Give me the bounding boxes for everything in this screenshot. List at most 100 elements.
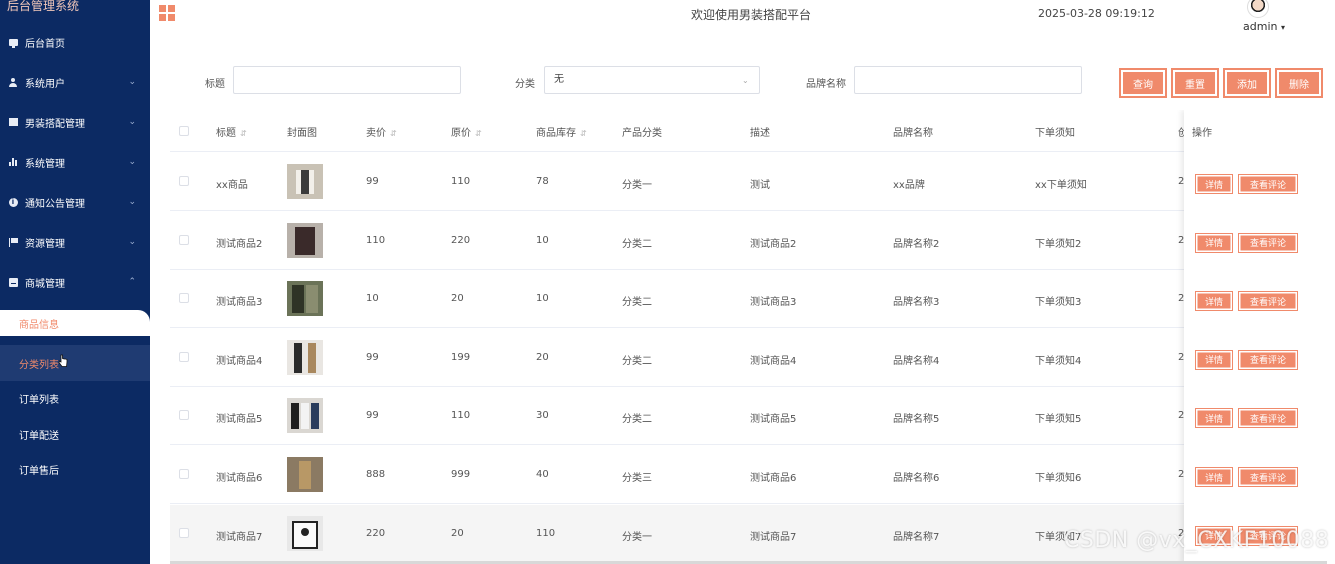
sidebar-item-notice-management[interactable]: i 通知公告管理 ⌄ bbox=[0, 182, 150, 222]
sidebar-subitem-label: 商品信息 bbox=[19, 319, 59, 331]
sort-icon[interactable]: ⇵ bbox=[475, 129, 482, 138]
column-original-price[interactable]: 原价 ⇵ bbox=[451, 124, 482, 139]
row-checkbox[interactable] bbox=[179, 234, 189, 245]
product-thumbnail[interactable] bbox=[287, 398, 323, 434]
cell-title: xx商品 bbox=[216, 180, 248, 191]
chevron-down-icon: ⌄ bbox=[128, 117, 136, 127]
sidebar-item-system-management[interactable]: 系统管理 ⌄ bbox=[0, 142, 150, 182]
cell-brand: 品牌名称3 bbox=[893, 297, 940, 309]
view-comments-button[interactable]: 查看评论 bbox=[1238, 232, 1298, 253]
brand-filter-input[interactable] bbox=[854, 66, 1082, 94]
avatar[interactable] bbox=[1247, 0, 1269, 18]
chevron-down-icon: ⌄ bbox=[742, 76, 749, 85]
cell-price: 10 bbox=[366, 293, 379, 305]
menu-grid-icon[interactable] bbox=[159, 5, 175, 21]
cell-category: 分类二 bbox=[622, 238, 652, 250]
sidebar-subitem-orders[interactable]: 订单列表 bbox=[0, 380, 150, 416]
sort-icon[interactable]: ⇵ bbox=[240, 129, 247, 138]
cell-title: 测试商品5 bbox=[216, 414, 263, 426]
sidebar-item-mall-management[interactable]: 商城管理 ⌃ bbox=[0, 262, 150, 302]
cell-brand: 品牌名称5 bbox=[893, 414, 940, 426]
product-thumbnail[interactable] bbox=[287, 281, 323, 317]
column-stock[interactable]: 商品库存 ⇵ bbox=[536, 124, 587, 139]
column-description: 描述 bbox=[750, 128, 770, 139]
sidebar-item-label: 系统管理 bbox=[25, 158, 65, 170]
chevron-up-icon: ⌃ bbox=[128, 277, 136, 287]
cell-category: 分类三 bbox=[622, 473, 652, 484]
column-price[interactable]: 卖价 ⇵ bbox=[366, 124, 397, 139]
detail-button[interactable]: 详情 bbox=[1195, 174, 1233, 194]
user-menu[interactable]: admin ▾ bbox=[1243, 20, 1285, 33]
watermark: CSDN @vx_CXKF10088 bbox=[1064, 528, 1330, 553]
cell-title: 测试商品3 bbox=[216, 297, 263, 309]
category-select[interactable]: 无 bbox=[544, 66, 760, 94]
cell-original-price: 110 bbox=[451, 176, 471, 187]
chevron-down-icon: ⌄ bbox=[128, 197, 136, 207]
detail-button[interactable]: 详情 bbox=[1195, 408, 1233, 429]
view-comments-button[interactable]: 查看评论 bbox=[1238, 174, 1298, 194]
sidebar-subitem-order-delivery[interactable]: 订单配送 bbox=[0, 416, 150, 452]
row-checkbox[interactable] bbox=[179, 351, 189, 362]
add-button[interactable]: 添加 bbox=[1224, 69, 1270, 97]
product-thumbnail[interactable] bbox=[287, 164, 323, 199]
view-comments-button[interactable]: 查看评论 bbox=[1238, 408, 1298, 429]
title-filter-input[interactable] bbox=[233, 66, 461, 94]
cell-original-price: 199 bbox=[451, 351, 471, 363]
row-checkbox[interactable] bbox=[179, 293, 189, 304]
cell-stock: 10 bbox=[536, 293, 549, 305]
sidebar-subitem-label: 订单配送 bbox=[19, 430, 59, 442]
detail-button[interactable]: 详情 bbox=[1195, 349, 1233, 370]
table-row[interactable]: 测试商品59911030分类二测试商品5品牌名称5下单须知520 bbox=[170, 387, 1327, 446]
cell-price: 220 bbox=[366, 527, 386, 539]
column-title[interactable]: 标题 ⇵ bbox=[216, 124, 247, 139]
sidebar-item-label: 商城管理 bbox=[25, 278, 65, 290]
table-row[interactable]: 测试商品688899940分类三测试商品6品牌名称6下单须知620 bbox=[170, 446, 1327, 504]
sort-icon[interactable]: ⇵ bbox=[390, 129, 397, 138]
reset-button[interactable]: 重置 bbox=[1172, 69, 1218, 97]
cell-original-price: 20 bbox=[451, 527, 464, 539]
table-row[interactable]: 测试商品49919920分类二测试商品4品牌名称4下单须知420 bbox=[170, 329, 1327, 387]
query-button[interactable]: 查询 bbox=[1120, 69, 1166, 97]
cell-description: 测试商品6 bbox=[750, 473, 797, 484]
table-row[interactable]: 测试商品211022010分类二测试商品2品牌名称2下单须知220 bbox=[170, 212, 1327, 270]
view-comments-button[interactable]: 查看评论 bbox=[1238, 467, 1298, 487]
table-row[interactable]: 测试商品3102010分类二测试商品3品牌名称3下单须知320 bbox=[170, 270, 1327, 329]
cell-brand: 品牌名称2 bbox=[893, 238, 940, 250]
view-comments-button[interactable]: 查看评论 bbox=[1238, 291, 1298, 312]
cell-brand: xx品牌 bbox=[893, 180, 925, 191]
cell-description: 测试商品4 bbox=[750, 355, 797, 367]
shop-icon bbox=[8, 277, 18, 287]
product-thumbnail[interactable] bbox=[287, 339, 323, 375]
cell-brand: 品牌名称6 bbox=[893, 473, 940, 484]
sidebar-item-label: 通知公告管理 bbox=[25, 198, 85, 210]
sidebar-item-outfit-management[interactable]: 男装搭配管理 ⌄ bbox=[0, 102, 150, 142]
detail-button[interactable]: 详情 bbox=[1195, 467, 1233, 487]
bar-chart-icon bbox=[8, 157, 18, 167]
sidebar-item-home[interactable]: 后台首页 bbox=[0, 22, 150, 62]
select-all-checkbox[interactable] bbox=[179, 126, 189, 136]
delete-button[interactable]: 删除 bbox=[1276, 69, 1322, 97]
row-checkbox[interactable] bbox=[179, 527, 189, 538]
hand-cursor-icon bbox=[58, 354, 68, 367]
row-checkbox[interactable] bbox=[179, 176, 189, 186]
sidebar-subitem-categories[interactable]: 分类列表 bbox=[0, 345, 150, 381]
column-cover: 封面图 bbox=[287, 128, 317, 139]
product-thumbnail[interactable] bbox=[287, 515, 323, 551]
view-comments-button[interactable]: 查看评论 bbox=[1238, 349, 1298, 370]
row-checkbox[interactable] bbox=[179, 410, 189, 421]
product-thumbnail[interactable] bbox=[287, 222, 323, 258]
cell-original-price: 20 bbox=[451, 293, 464, 305]
detail-button[interactable]: 详情 bbox=[1195, 291, 1233, 312]
row-checkbox[interactable] bbox=[179, 469, 189, 479]
sidebar-item-system-users[interactable]: 系统用户 ⌄ bbox=[0, 62, 150, 102]
sidebar-subitem-label: 订单售后 bbox=[19, 465, 59, 477]
chart-box-icon bbox=[8, 117, 18, 127]
sidebar-subitem-products[interactable]: 商品信息 bbox=[0, 305, 150, 341]
sidebar-item-resource-management[interactable]: 资源管理 ⌄ bbox=[0, 222, 150, 262]
product-thumbnail[interactable] bbox=[287, 457, 323, 492]
sidebar-subitem-after-sales[interactable]: 订单售后 bbox=[0, 451, 150, 487]
cell-notice: 下单须知4 bbox=[1035, 355, 1082, 367]
table-row[interactable]: xx商品9911078分类一测试xx品牌xx下单须知20 bbox=[170, 153, 1327, 211]
detail-button[interactable]: 详情 bbox=[1195, 232, 1233, 253]
sort-icon[interactable]: ⇵ bbox=[580, 129, 587, 138]
